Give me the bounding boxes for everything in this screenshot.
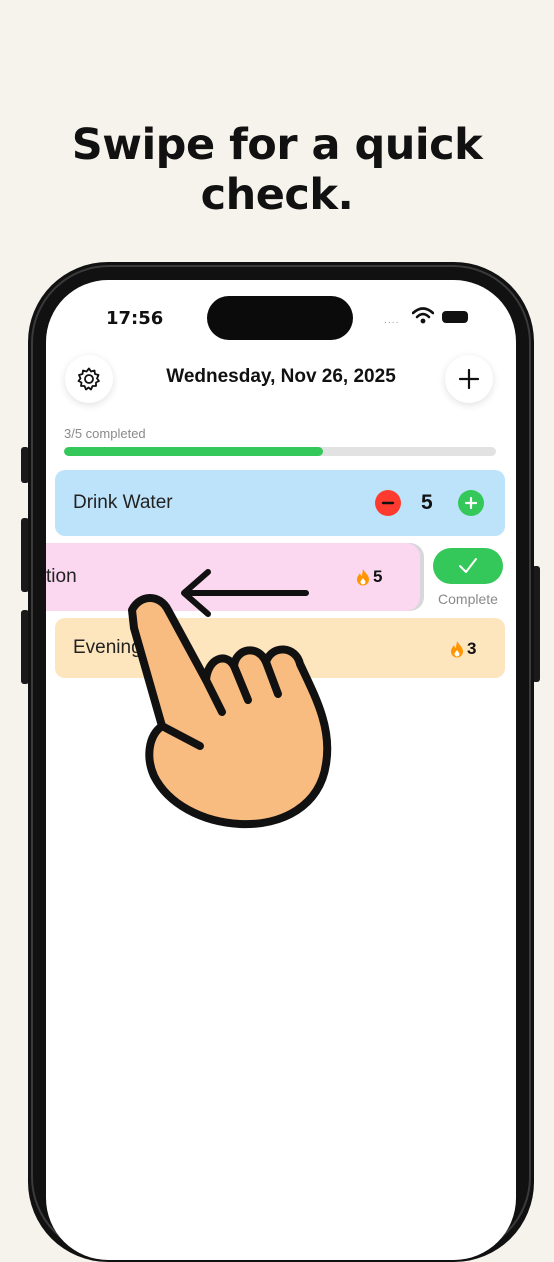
headline: Swipe for a quick check. [71, 120, 483, 220]
progress-bar [64, 447, 496, 456]
progress-text: 3/5 completed [64, 426, 146, 441]
habit-streak: 3 [450, 639, 476, 659]
battery-icon [442, 311, 468, 323]
progress-bar-fill [64, 447, 324, 456]
checkmark-icon [459, 558, 477, 573]
flame-icon [357, 569, 369, 586]
increment-button[interactable] [458, 490, 484, 516]
current-date: Wednesday, Nov 26, 2025 [166, 366, 396, 387]
decrement-button[interactable] [375, 490, 401, 516]
pointing-hand-icon [128, 594, 332, 829]
habit-name: Drink Water [73, 492, 173, 513]
habit-name: tion [46, 566, 77, 587]
add-habit-button[interactable] [445, 355, 493, 403]
flame-icon [451, 641, 463, 658]
dynamic-island [207, 296, 353, 340]
wifi-icon [412, 307, 434, 324]
plus-icon [458, 368, 480, 390]
complete-button[interactable] [433, 548, 503, 584]
settings-button[interactable] [65, 355, 113, 403]
plus-icon [464, 496, 478, 510]
signal-icon: .... [384, 316, 400, 326]
status-time: 17:56 [106, 308, 164, 329]
habit-streak: 5 [356, 567, 382, 587]
complete-label: Complete [438, 591, 498, 607]
streak-count: 5 [373, 567, 383, 586]
habit-count: 5 [421, 491, 433, 514]
habit-card-drink-water[interactable]: Drink Water 5 [55, 470, 505, 536]
streak-count: 3 [467, 639, 477, 658]
gear-icon [77, 367, 100, 391]
minus-icon [381, 501, 395, 505]
